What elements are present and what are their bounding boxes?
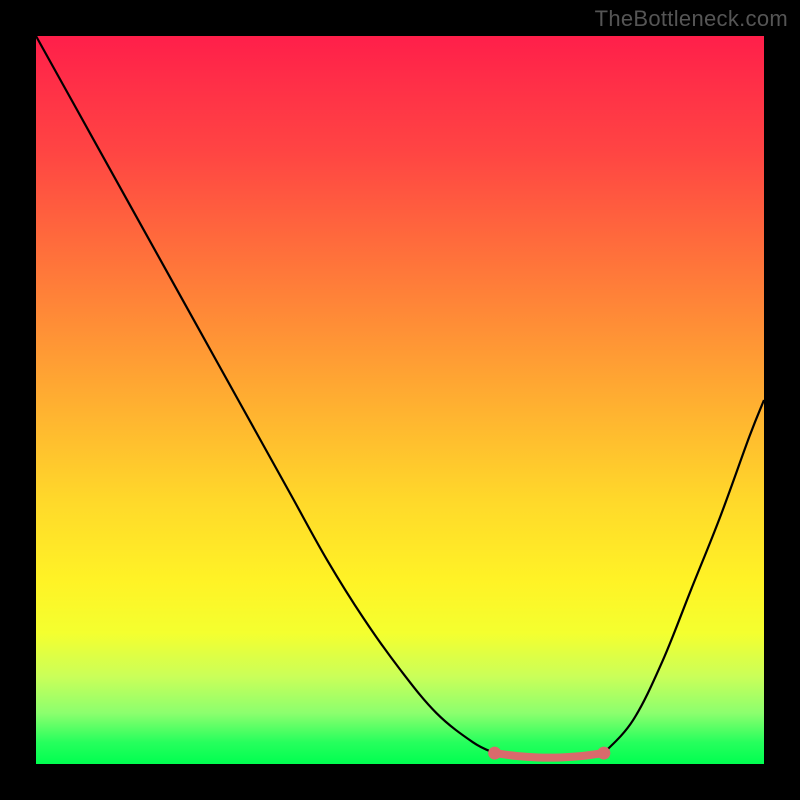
watermark-text: TheBottleneck.com [595,6,788,32]
chart-svg [36,36,764,764]
marker-sweet-start [488,747,501,760]
curve-right-segment [604,400,764,753]
curve-left-segment [36,36,495,753]
bottleneck-curve [36,36,764,753]
marker-sweet-end [597,747,610,760]
plot-area [36,36,764,764]
sweet-spot-path [495,753,604,758]
sweet-spot-band [495,753,604,758]
chart-frame: TheBottleneck.com [0,0,800,800]
